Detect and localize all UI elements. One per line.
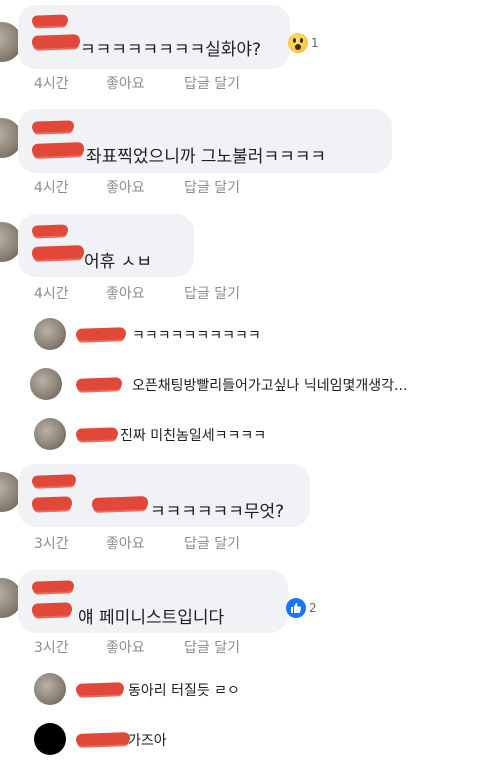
reply-text: 진짜 미친놈일세ㅋㅋㅋㅋ [120, 428, 267, 444]
like-button[interactable]: 좋아요 [106, 283, 145, 303]
redacted-name [31, 224, 69, 237]
avatar[interactable] [34, 723, 66, 755]
reaction-count: 2 [309, 601, 317, 615]
avatar[interactable] [34, 418, 66, 450]
comment-bubble: 얘 페미니스트입니다 [18, 570, 288, 633]
reaction-badge[interactable]: 2 [286, 598, 317, 618]
avatar[interactable] [34, 318, 66, 350]
redacted-name [31, 120, 75, 133]
redacted-name [91, 496, 149, 511]
comment-bubble: 어휴 ㅅㅂ [18, 214, 194, 277]
avatar[interactable] [34, 673, 66, 705]
comment-bubble: ㅋㅋㅋㅋㅋㅋㅋㅋ실화야? [18, 5, 290, 69]
avatar[interactable] [30, 368, 62, 400]
like-button[interactable]: 좋아요 [106, 73, 145, 93]
reply-text: 가즈아 [128, 733, 167, 749]
wow-icon [288, 33, 308, 53]
like-button[interactable]: 좋아요 [106, 533, 145, 553]
comment-actions: 4시간 좋아요 답글 달기 [34, 73, 294, 93]
redacted-name [31, 602, 73, 617]
comment-time[interactable]: 3시간 [34, 637, 69, 657]
redacted-name [31, 580, 75, 593]
comment-text: 좌표찍었으니까 그노불러ㅋㅋㅋㅋ [86, 147, 327, 167]
redacted-name [75, 427, 119, 441]
comment-text: ㅋㅋㅋㅋㅋㅋㅋㅋ실화야? [80, 40, 262, 60]
like-button[interactable]: 좋아요 [106, 177, 145, 197]
redacted-name [31, 496, 73, 511]
reply-text: ㅋㅋㅋㅋㅋㅋㅋㅋㅋㅋ [132, 328, 261, 344]
comment-actions: 4시간 좋아요 답글 달기 [34, 283, 294, 303]
reply-text: 동아리 터질듯 ㄹㅇ [128, 683, 240, 699]
reply-text: 오픈채팅방빨리들어가고싶나 닉네임몇개생각... [132, 378, 408, 394]
redacted-name [75, 732, 131, 746]
comment-actions: 4시간 좋아요 답글 달기 [34, 177, 294, 197]
comment-time[interactable]: 3시간 [34, 533, 69, 553]
redacted-name [31, 142, 85, 157]
reply-button[interactable]: 답글 달기 [184, 637, 240, 657]
comment-bubble: 좌표찍었으니까 그노불러ㅋㅋㅋㅋ [18, 109, 392, 173]
reply-button[interactable]: 답글 달기 [184, 533, 240, 553]
redacted-name [75, 682, 125, 696]
reaction-count: 1 [311, 36, 319, 50]
redacted-name [31, 14, 69, 27]
comment-text: 얘 페미니스트입니다 [78, 608, 225, 628]
like-icon [286, 598, 306, 618]
reaction-badge[interactable]: 1 [288, 33, 319, 53]
comment-time[interactable]: 4시간 [34, 73, 69, 93]
like-button[interactable]: 좋아요 [106, 637, 145, 657]
reply-button[interactable]: 답글 달기 [184, 73, 240, 93]
comment-bubble: ㅋㅋㅋㅋㅋㅋ무엇? [18, 464, 310, 527]
redacted-name [31, 474, 77, 487]
redacted-name [75, 377, 123, 391]
comment-actions: 3시간 좋아요 답글 달기 [34, 637, 294, 657]
redacted-name [31, 34, 81, 49]
reply-button[interactable]: 답글 달기 [184, 177, 240, 197]
comment-time[interactable]: 4시간 [34, 283, 69, 303]
comment-time[interactable]: 4시간 [34, 177, 69, 197]
comment-actions: 3시간 좋아요 답글 달기 [34, 533, 294, 553]
comment-text: 어휴 ㅅㅂ [84, 252, 152, 272]
redacted-name [31, 245, 85, 260]
comment-text: ㅋㅋㅋㅋㅋㅋ무엇? [150, 502, 285, 522]
reply-button[interactable]: 답글 달기 [184, 283, 240, 303]
redacted-name [75, 327, 127, 341]
